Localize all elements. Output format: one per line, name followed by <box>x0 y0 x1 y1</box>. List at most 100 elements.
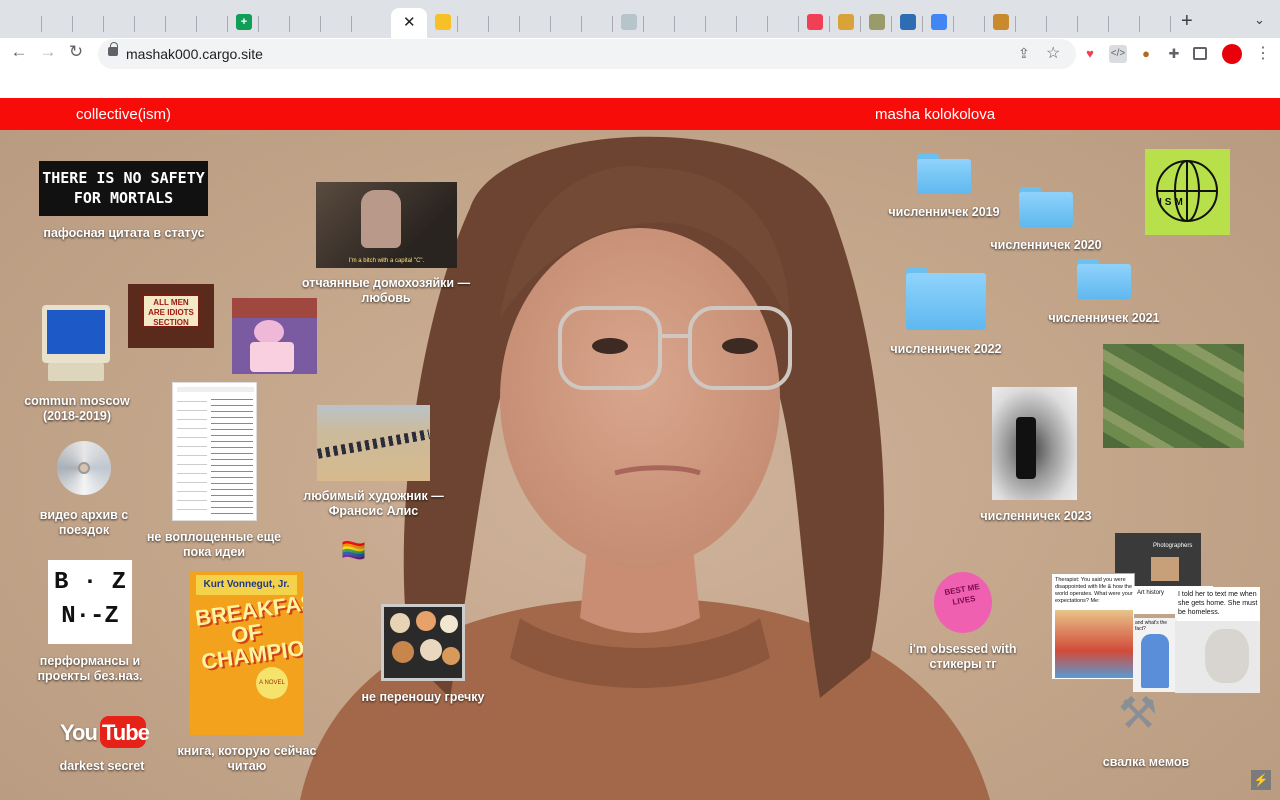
menu-icon[interactable]: ⋮ <box>1255 43 1271 63</box>
browser-tab-sheets[interactable]: + <box>228 8 259 38</box>
browser-tab[interactable] <box>11 8 42 38</box>
side-panel-icon[interactable] <box>1193 47 1207 60</box>
browser-tab-pocket[interactable] <box>799 8 830 38</box>
lock-icon[interactable] <box>108 42 118 56</box>
browser-tab[interactable] <box>166 8 197 38</box>
browser-tab[interactable] <box>259 8 290 38</box>
cd-icon[interactable] <box>57 441 111 495</box>
browser-tab-docs[interactable] <box>923 8 954 38</box>
forward-button[interactable]: → <box>37 42 59 62</box>
collectivism-link[interactable]: collective(ism) <box>76 106 171 123</box>
ism-logo[interactable]: ISM <box>1145 149 1230 235</box>
commun-label[interactable]: commun moscow (2018-2019) <box>14 394 140 424</box>
folder-icon[interactable] <box>1019 187 1073 227</box>
cake-sticker[interactable]: BEST ME LIVES <box>934 572 992 633</box>
browser-tab[interactable] <box>321 8 352 38</box>
share-icon[interactable]: ⇪ <box>1018 45 1030 62</box>
stickers-label[interactable]: i'm obsessed with стикеры тг <box>896 642 1030 672</box>
folder-2019-label[interactable]: численничек 2019 <box>876 205 1012 220</box>
folder-icon[interactable] <box>1077 259 1131 299</box>
folder-icon[interactable] <box>917 154 971 194</box>
monitor-icon[interactable] <box>40 305 112 385</box>
cd-label[interactable]: видео архив с поездок <box>28 508 140 538</box>
close-tab-icon[interactable]: ✕ <box>403 13 416 31</box>
satellite-map-image[interactable] <box>1103 344 1244 448</box>
folder-2021-label[interactable]: численничек 2021 <box>1036 311 1172 326</box>
masha-kolokolova-link[interactable]: masha kolokolova <box>875 106 995 123</box>
folder-2020-label[interactable]: численничек 2020 <box>978 238 1114 253</box>
browser-tab-active[interactable]: ✕ <box>391 8 427 38</box>
browser-tab[interactable] <box>1016 8 1047 38</box>
browser-tab-image[interactable] <box>830 8 861 38</box>
browser-tab[interactable] <box>675 8 706 38</box>
bear-extension-icon[interactable]: ● <box>1137 45 1155 63</box>
new-tab-button[interactable]: + <box>1181 10 1193 33</box>
cartoon-image[interactable] <box>232 298 317 374</box>
youtube-label[interactable]: darkest secret <box>44 759 160 774</box>
browser-tab[interactable] <box>489 8 520 38</box>
idiots-sign[interactable]: ALL MEN ARE IDIOTS SECTION <box>128 284 214 348</box>
browser-tab[interactable] <box>104 8 135 38</box>
profile-avatar[interactable] <box>1222 44 1242 64</box>
food-label[interactable]: не переношу гречку <box>350 690 496 705</box>
folder-2023-label[interactable]: численничек 2023 <box>968 509 1104 524</box>
book-label[interactable]: книга, которую сейчас читаю <box>168 744 326 774</box>
ideas-label[interactable]: не воплощенные еще пока идеи <box>140 530 288 560</box>
bookmark-star-icon[interactable]: ☆ <box>1046 43 1060 63</box>
quote-image[interactable]: THERE IS NO SAFETY FOR MORTALS <box>39 161 208 216</box>
reload-button[interactable]: ↻ <box>65 42 87 62</box>
browser-tab-book[interactable] <box>892 8 923 38</box>
url-text[interactable]: mashak000.cargo.site <box>126 46 263 62</box>
browser-tab[interactable] <box>613 8 644 38</box>
folder-2022-label[interactable]: численничек 2022 <box>878 342 1014 357</box>
folder-icon[interactable] <box>906 268 986 330</box>
browser-tab[interactable] <box>73 8 104 38</box>
browser-tab[interactable] <box>1078 8 1109 38</box>
bz-label[interactable]: перформансы и проекты без.наз. <box>22 654 158 684</box>
tab-search-icon[interactable]: ⌄ <box>1254 12 1265 28</box>
extensions-puzzle-icon[interactable]: ✚ <box>1165 45 1183 63</box>
francis-alys-photo[interactable] <box>317 405 430 481</box>
browser-tab[interactable] <box>954 8 985 38</box>
browser-tab[interactable] <box>1109 8 1140 38</box>
browser-tab[interactable] <box>582 8 613 38</box>
browser-tab[interactable] <box>135 8 166 38</box>
browser-tab[interactable] <box>551 8 582 38</box>
alys-label[interactable]: любимый художник — Франсис Алис <box>296 489 451 519</box>
ideas-document[interactable] <box>172 382 257 521</box>
rainbow-flag-icon[interactable]: 🏳️‍🌈 <box>341 538 366 563</box>
browser-tab[interactable] <box>985 8 1016 38</box>
browser-tab[interactable] <box>352 8 383 38</box>
browser-tab[interactable] <box>42 8 73 38</box>
browser-tab[interactable] <box>197 8 228 38</box>
memes-label[interactable]: свалка мемов <box>1084 755 1208 770</box>
meme-guy[interactable]: and what's the fact? <box>1133 618 1177 692</box>
browser-tab[interactable] <box>520 8 551 38</box>
youtube-logo[interactable]: You Tube <box>60 716 150 750</box>
back-button[interactable]: ← <box>8 42 30 62</box>
browser-tab[interactable] <box>861 8 892 38</box>
lightning-icon[interactable]: ⚡ <box>1251 770 1271 790</box>
meme-therapist[interactable]: Therapist: You said you were disappointe… <box>1051 573 1135 680</box>
browser-tab[interactable] <box>644 8 675 38</box>
browser-tab[interactable] <box>458 8 489 38</box>
code-extension-icon[interactable]: </> <box>1109 45 1127 63</box>
housewives-label[interactable]: отчаянные домохозяйки — любовь <box>296 276 476 306</box>
browser-tab[interactable] <box>1047 8 1078 38</box>
browser-tab[interactable] <box>1140 8 1171 38</box>
quote-label[interactable]: пафосная цитата в статус <box>30 226 218 241</box>
housewives-still[interactable]: I'm a bitch with a capital "C". <box>316 182 457 268</box>
meme-cat[interactable] <box>1175 621 1260 693</box>
meme-told[interactable]: I told her to text me when she gets home… <box>1175 587 1260 621</box>
bz-logo[interactable]: B · Z N·-Z <box>48 560 132 644</box>
browser-tab[interactable] <box>737 8 768 38</box>
browser-tab[interactable] <box>706 8 737 38</box>
browser-tab[interactable] <box>290 8 321 38</box>
pocket-extension-icon[interactable]: ♥ <box>1081 45 1099 63</box>
folder-2023-image[interactable] <box>992 387 1077 500</box>
food-photo[interactable] <box>381 604 465 681</box>
tools-icon[interactable]: ⚒ <box>1118 688 1157 739</box>
browser-tab[interactable] <box>768 8 799 38</box>
book-cover[interactable]: Kurt Vonnegut, Jr. BREAKFAST OF CHAMPION… <box>190 571 303 735</box>
browser-tab-notes[interactable] <box>427 8 458 38</box>
